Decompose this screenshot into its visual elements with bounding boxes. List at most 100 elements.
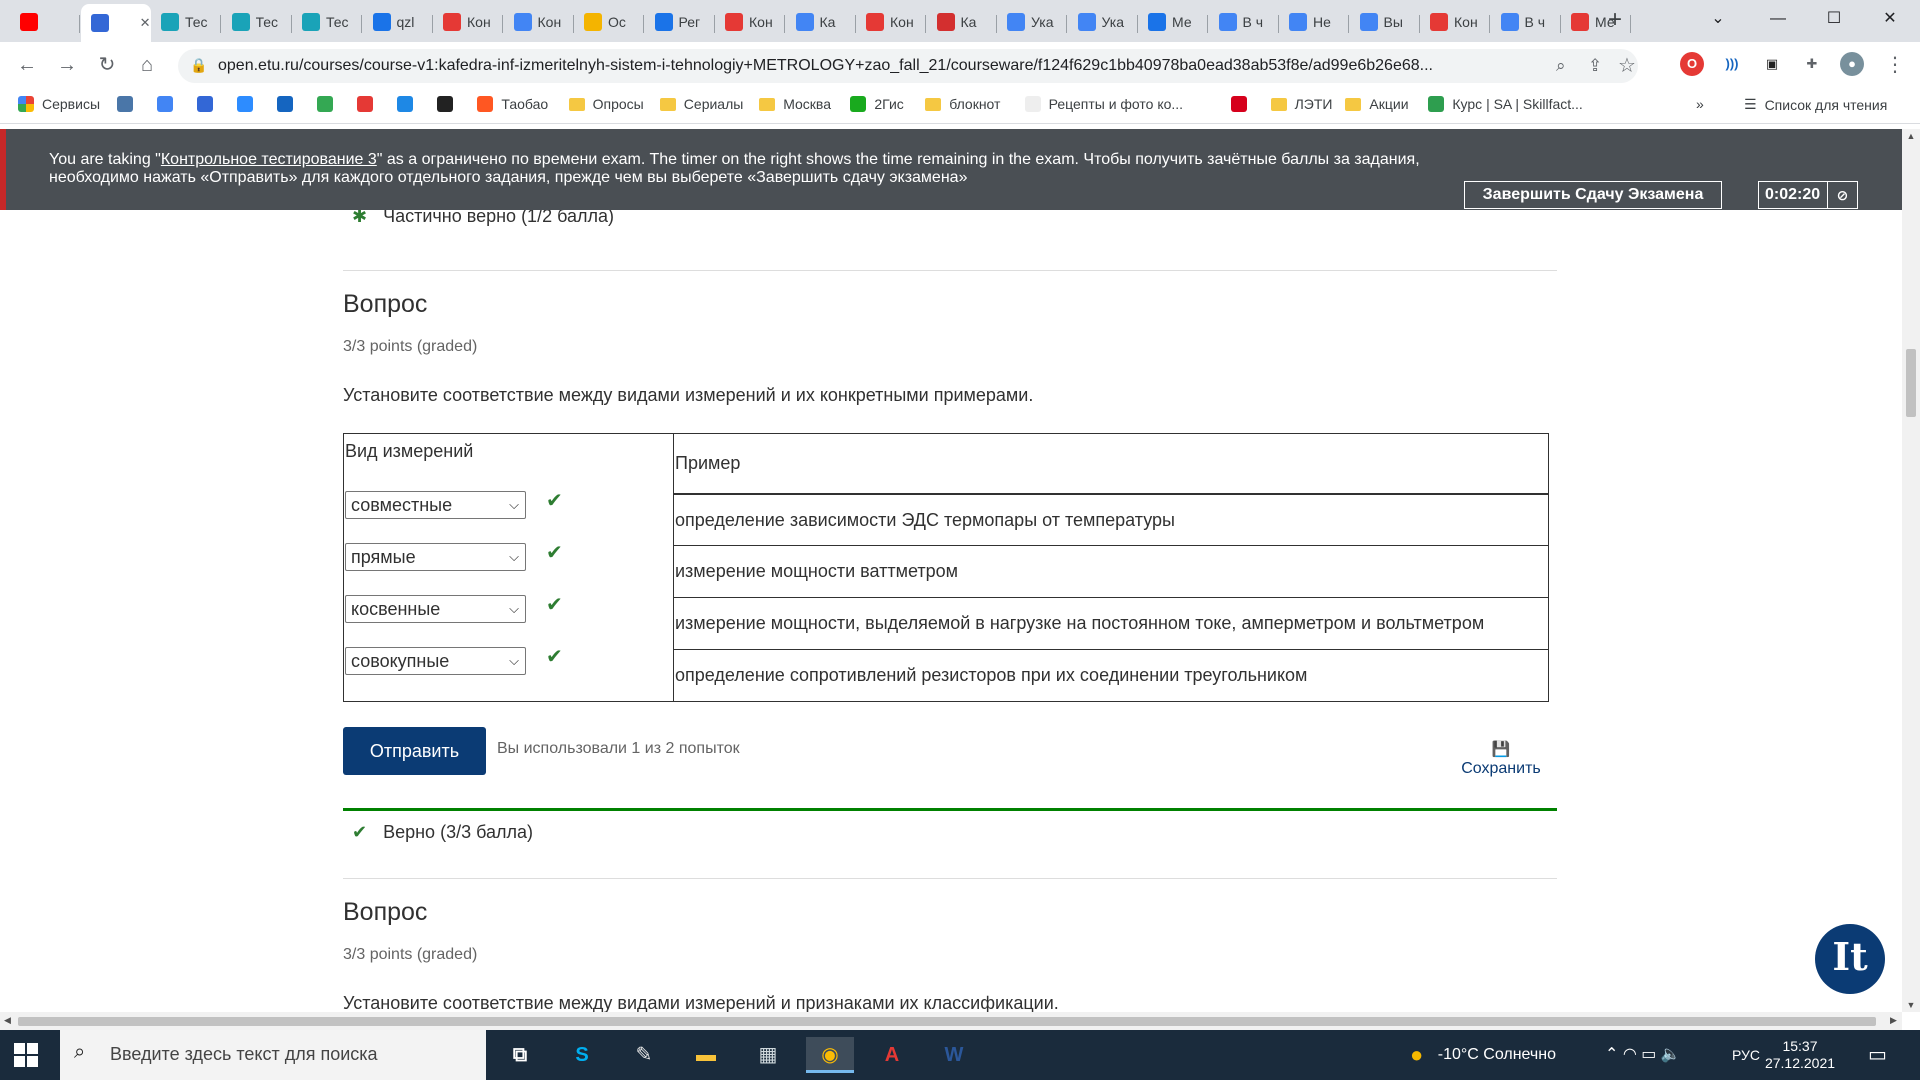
browser-tab[interactable]: Тес — [222, 6, 292, 38]
browser-tab[interactable]: Тес — [292, 6, 362, 38]
skype-taskbar-icon[interactable]: S — [558, 1037, 606, 1073]
weather-widget[interactable]: ● -10°C Солнечно — [1410, 1030, 1556, 1080]
extensions-puzzle-icon[interactable]: ✚ — [1800, 52, 1824, 76]
taskbar-search[interactable]: ⌕ Введите здесь текст для поиска — [60, 1030, 486, 1080]
browser-tab[interactable]: Ука — [997, 6, 1067, 38]
profile-avatar[interactable]: ● — [1840, 52, 1864, 76]
bookmark-item[interactable]: Опросы — [568, 96, 644, 112]
chrome-taskbar-icon[interactable]: ◉ — [806, 1037, 854, 1073]
bookmark-item[interactable]: Курс | SA | Skillfact... — [1428, 96, 1583, 112]
browser-tab[interactable]: Рег — [645, 6, 715, 38]
url-text[interactable]: open.etu.ru/courses/course-v1:kafedra-in… — [218, 57, 1518, 75]
browser-tab[interactable]: qzl — [363, 6, 433, 38]
bookmark-item[interactable] — [237, 96, 261, 112]
bookmark-item[interactable] — [197, 96, 221, 112]
calculator-taskbar-icon[interactable]: ▦ — [744, 1037, 792, 1073]
browser-tab[interactable]: Вы — [1350, 6, 1420, 38]
system-tray-icons[interactable]: ⌃ ◠ ▭ 🔈 — [1605, 1030, 1681, 1080]
paint-taskbar-icon[interactable]: ✎ — [620, 1037, 668, 1073]
forward-button[interactable]: → — [52, 50, 82, 80]
bookmark-item[interactable] — [277, 96, 301, 112]
browser-tab[interactable]: Ме — [1561, 6, 1631, 38]
browser-tab[interactable]: Кон — [856, 6, 926, 38]
bookmark-item[interactable]: блокнот — [925, 96, 1000, 112]
bookmark-item[interactable]: Москва — [759, 96, 831, 112]
hide-timer-icon[interactable]: ⊘ — [1827, 182, 1857, 208]
measurement-type-select[interactable]: совместные ⌵ — [345, 490, 526, 519]
zoom-icon[interactable]: ⌕ — [1556, 56, 1566, 76]
wireless-extension-icon[interactable]: ))) — [1720, 52, 1744, 76]
file-explorer-taskbar-icon[interactable]: ▬ — [682, 1037, 730, 1073]
scroll-left-arrow-icon[interactable]: ◀ — [4, 1015, 11, 1026]
horizontal-scrollbar[interactable]: ◀ ▶ — [0, 1012, 1902, 1030]
start-button[interactable] — [14, 1043, 38, 1067]
task-view-taskbar-icon[interactable]: ⧉ — [496, 1037, 544, 1073]
browser-tab[interactable]: Не — [1279, 6, 1349, 38]
browser-tab[interactable]: Кон — [504, 6, 574, 38]
save-button[interactable]: 💾 Сохранить — [1456, 740, 1546, 778]
scroll-right-arrow-icon[interactable]: ▶ — [1890, 1015, 1897, 1026]
bookmark-item[interactable] — [117, 96, 141, 112]
scrollbar-thumb[interactable] — [1906, 349, 1916, 417]
browser-tab[interactable]: Ос — [574, 6, 644, 38]
bookmark-item[interactable]: Таобао — [477, 96, 548, 112]
share-icon[interactable]: ⇪ — [1588, 56, 1602, 76]
language-indicator[interactable]: РУС — [1732, 1030, 1760, 1080]
browser-menu-icon[interactable]: ⋮ — [1880, 50, 1910, 80]
measurement-type-select[interactable]: прямые ⌵ — [345, 542, 526, 571]
scrollbar-thumb[interactable] — [18, 1017, 1876, 1026]
browser-tab[interactable] — [10, 6, 80, 38]
browser-tab[interactable]: В ч — [1491, 6, 1561, 38]
acrobat-taskbar-icon[interactable]: A — [868, 1037, 916, 1073]
exam-name-link[interactable]: Контрольное тестирование 3 — [161, 151, 377, 168]
bookmark-item[interactable]: Сервисы — [18, 96, 100, 112]
bookmarks-more-button[interactable]: » — [1696, 96, 1704, 112]
browser-tab[interactable]: Тес — [151, 6, 221, 38]
bookmark-item[interactable]: Сериалы — [659, 96, 743, 112]
package-extension-icon[interactable]: ▣ — [1760, 52, 1784, 76]
browser-tab[interactable]: Кон — [1420, 6, 1490, 38]
scroll-up-arrow-icon[interactable]: ▲ — [1902, 131, 1920, 141]
close-window-button[interactable]: ✕ — [1862, 0, 1918, 38]
bookmark-item[interactable] — [437, 96, 461, 112]
browser-tab[interactable]: Ука — [1068, 6, 1138, 38]
minimize-button[interactable]: — — [1750, 0, 1806, 38]
tab-search-dropdown-icon[interactable]: ⌄ — [1690, 0, 1746, 38]
opera-extension-icon[interactable]: O — [1680, 52, 1704, 76]
browser-tab[interactable]: Кон — [715, 6, 785, 38]
reading-list-button[interactable]: ☰ Список для чтения — [1744, 96, 1887, 113]
bookmark-item[interactable] — [317, 96, 341, 112]
lock-icon[interactable]: 🔒 — [190, 57, 207, 74]
word-taskbar-icon[interactable]: W — [930, 1037, 978, 1073]
bookmark-item[interactable]: Рецепты и фото ко... — [1024, 96, 1183, 112]
reload-button[interactable]: ↻ — [92, 50, 122, 80]
bookmark-item[interactable]: 2Гис — [850, 96, 904, 112]
browser-tab[interactable]: Кон — [433, 6, 503, 38]
measurement-type-select[interactable]: совокупные ⌵ — [345, 646, 526, 675]
bookmark-item[interactable]: ЛЭТИ — [1270, 96, 1332, 112]
browser-tab[interactable]: В ч — [1209, 6, 1279, 38]
bookmark-item[interactable] — [357, 96, 381, 112]
address-bar[interactable]: 🔒 open.etu.ru/courses/course-v1:kafedra-… — [178, 49, 1638, 83]
bookmark-item[interactable] — [1230, 96, 1255, 112]
it-badge-button[interactable]: It — [1815, 924, 1885, 994]
finish-exam-button[interactable]: Завершить Сдачу Экзамена — [1464, 181, 1722, 209]
scroll-down-arrow-icon[interactable]: ▼ — [1902, 1000, 1920, 1010]
browser-tab[interactable]: Ме — [1138, 6, 1208, 38]
close-tab-icon[interactable]: ✕ — [140, 15, 151, 31]
bookmark-item[interactable] — [397, 96, 421, 112]
bookmark-item[interactable] — [157, 96, 181, 112]
vertical-scrollbar[interactable]: ▲ ▼ — [1902, 129, 1920, 1012]
bookmark-star-icon[interactable]: ☆ — [1618, 53, 1636, 78]
home-button[interactable]: ⌂ — [132, 50, 162, 80]
clock[interactable]: 15:37 27.12.2021 — [1760, 1038, 1840, 1072]
measurement-type-select[interactable]: косвенные ⌵ — [345, 594, 526, 623]
browser-tab[interactable]: Ка — [927, 6, 997, 38]
browser-tab[interactable]: Ка — [786, 6, 856, 38]
submit-button[interactable]: Отправить — [343, 727, 486, 775]
maximize-button[interactable]: ☐ — [1806, 0, 1862, 38]
browser-tab[interactable]: ✕ — [80, 4, 151, 42]
bookmark-item[interactable]: Акции — [1345, 96, 1409, 112]
notifications-icon[interactable]: ▭ — [1868, 1030, 1887, 1080]
back-button[interactable]: ← — [12, 50, 42, 80]
